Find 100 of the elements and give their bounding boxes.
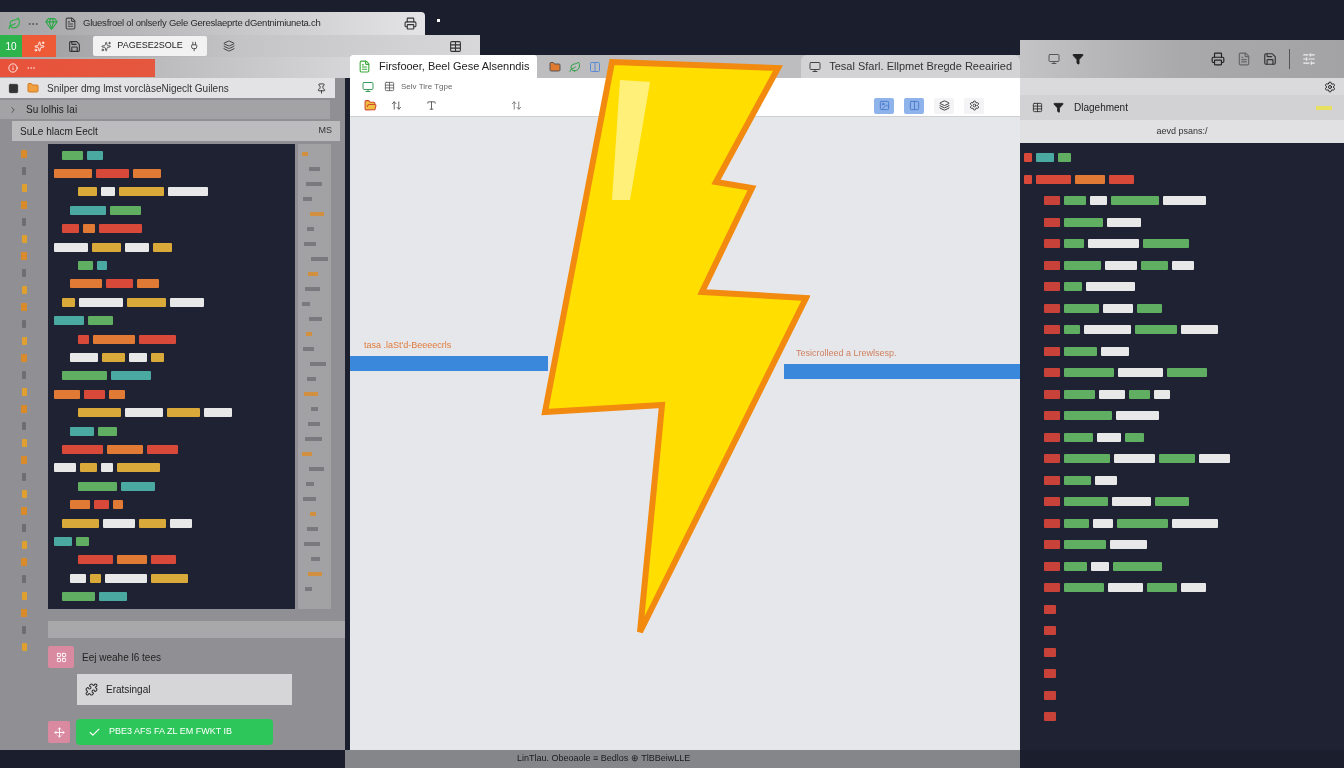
monitor-icon[interactable] bbox=[809, 60, 822, 73]
gutter-marker bbox=[21, 609, 27, 617]
code-line-drawing bbox=[62, 150, 103, 160]
gutter-marker bbox=[22, 269, 26, 277]
panel-title: Snilper dmg lmst vorclàseNigeclt Guilens bbox=[47, 81, 229, 96]
info-icon bbox=[8, 62, 18, 73]
gutter-marker bbox=[22, 422, 26, 430]
gutter-marker bbox=[21, 150, 27, 158]
printer-icon[interactable] bbox=[1211, 52, 1225, 66]
code-line-drawing bbox=[70, 426, 117, 436]
code-line-drawing bbox=[1044, 712, 1056, 722]
filter-icon[interactable] bbox=[1072, 53, 1084, 65]
indicator-icon bbox=[437, 19, 440, 22]
toolbar-tab[interactable]: PAGESE2SOLE bbox=[93, 36, 207, 56]
gutter-marker bbox=[22, 524, 26, 532]
image-icon bbox=[878, 100, 890, 111]
gutter-marker bbox=[21, 286, 27, 294]
gutter-marker bbox=[21, 490, 27, 498]
columns-icon bbox=[908, 100, 920, 111]
code-line-drawing bbox=[70, 500, 123, 510]
view-toggle-button[interactable] bbox=[934, 97, 954, 114]
gutter-marker bbox=[22, 371, 26, 379]
folder-icon[interactable] bbox=[364, 99, 377, 112]
filter-icon[interactable] bbox=[1053, 102, 1064, 113]
gutter-marker bbox=[21, 201, 27, 209]
gutter-marker bbox=[21, 558, 27, 566]
code-line-drawing bbox=[1044, 690, 1056, 700]
gutter-marker bbox=[21, 541, 27, 549]
table-icon[interactable] bbox=[384, 81, 395, 92]
section-row[interactable]: Su lolhis Iai bbox=[0, 100, 330, 119]
highlight-marker bbox=[1316, 105, 1332, 110]
text-tool-icon[interactable] bbox=[426, 100, 437, 111]
gutter-marker bbox=[21, 405, 27, 413]
monitor-icon[interactable] bbox=[1048, 53, 1060, 65]
document-icon[interactable] bbox=[64, 17, 77, 30]
gutter-marker bbox=[21, 456, 27, 464]
gutter-marker bbox=[21, 354, 27, 362]
input-field[interactable]: Eratsingal bbox=[77, 674, 292, 705]
save-icon[interactable] bbox=[1263, 52, 1277, 66]
table-icon[interactable] bbox=[449, 39, 462, 53]
window-tab[interactable]: Firsfooer, Beel Gese Alsenndis bbox=[350, 55, 538, 78]
canvas-label: tasa .laSt'd-Beeeecrls bbox=[363, 339, 453, 352]
view-toggle-button[interactable] bbox=[964, 97, 984, 114]
printer-icon[interactable] bbox=[404, 17, 417, 30]
file-row[interactable]: SuLe hlacm Eeclt MS bbox=[12, 121, 340, 141]
gutter-marker bbox=[22, 167, 26, 175]
table-icon[interactable] bbox=[1032, 102, 1043, 113]
layers-icon bbox=[938, 100, 950, 111]
panel-title: Dlagehment bbox=[1074, 101, 1128, 115]
settings-icon[interactable] bbox=[1324, 80, 1336, 93]
plug-icon[interactable] bbox=[188, 40, 199, 52]
gutter-marker bbox=[21, 184, 27, 192]
gutter-marker bbox=[21, 507, 27, 515]
gutter-marker bbox=[21, 303, 27, 311]
code-editor[interactable] bbox=[48, 144, 295, 609]
square-icon[interactable] bbox=[8, 82, 19, 94]
code-line-drawing bbox=[54, 316, 113, 326]
pin-icon[interactable] bbox=[316, 82, 327, 94]
monitor-icon[interactable] bbox=[362, 80, 374, 93]
code-line-drawing bbox=[78, 261, 107, 271]
gutter-marker bbox=[22, 218, 26, 226]
code-line-drawing bbox=[62, 592, 127, 602]
gutter-marker bbox=[21, 235, 27, 243]
code-line-drawing bbox=[70, 205, 141, 215]
gutter-marker bbox=[22, 320, 26, 328]
view-toggle-button[interactable] bbox=[874, 97, 894, 114]
canvas-label: Tesicrolleed a Lrewlsesp. bbox=[795, 347, 898, 360]
layers-icon[interactable] bbox=[223, 40, 235, 52]
code-line-drawing bbox=[54, 536, 89, 546]
footer-label: Eej weahe l6 tees bbox=[82, 650, 161, 665]
puzzle-icon[interactable] bbox=[85, 683, 98, 696]
gutter-marker bbox=[22, 575, 26, 583]
view-toggle-button[interactable] bbox=[904, 97, 924, 114]
code-line-drawing bbox=[1044, 647, 1056, 657]
gutter-marker bbox=[21, 252, 27, 260]
window-tab[interactable]: Tesal Sfarl. Ellpmet Bregde Reeairied bbox=[801, 55, 1020, 78]
code-line-drawing bbox=[1044, 626, 1056, 636]
code-line-drawing bbox=[54, 389, 125, 399]
path-label: aevd psans:/ bbox=[1156, 124, 1208, 138]
sort-icon[interactable] bbox=[391, 100, 402, 111]
document-icon[interactable] bbox=[358, 60, 371, 73]
file-type-label: MS bbox=[318, 124, 332, 138]
settings-icon bbox=[968, 100, 980, 111]
code-line-drawing bbox=[1024, 153, 1071, 163]
gutter-marker bbox=[22, 473, 26, 481]
sort-icon[interactable] bbox=[511, 100, 522, 111]
gutter-marker bbox=[21, 388, 27, 396]
save-icon[interactable] bbox=[68, 39, 81, 53]
sparkle-icon[interactable] bbox=[101, 40, 112, 52]
code-line-drawing bbox=[1044, 669, 1056, 679]
gutter-marker bbox=[21, 592, 27, 600]
toolbar-label: Selv Tire Tgpe bbox=[401, 80, 453, 93]
folder-icon[interactable] bbox=[549, 60, 562, 73]
code-editor[interactable] bbox=[1020, 143, 1344, 750]
app-tile-icon bbox=[48, 646, 74, 668]
window-title: Gluesfroel ol onlserly Gele Gereslaeprte dGentnimiuneta.ch bbox=[83, 16, 322, 31]
gutter-marker bbox=[21, 439, 27, 447]
status-text: LinTlau. Obeoaole ≡ Bedlos ⊕ TlBBeiwLLE bbox=[517, 752, 691, 766]
sliders-icon[interactable] bbox=[1302, 52, 1316, 66]
gutter-marker bbox=[21, 643, 27, 651]
